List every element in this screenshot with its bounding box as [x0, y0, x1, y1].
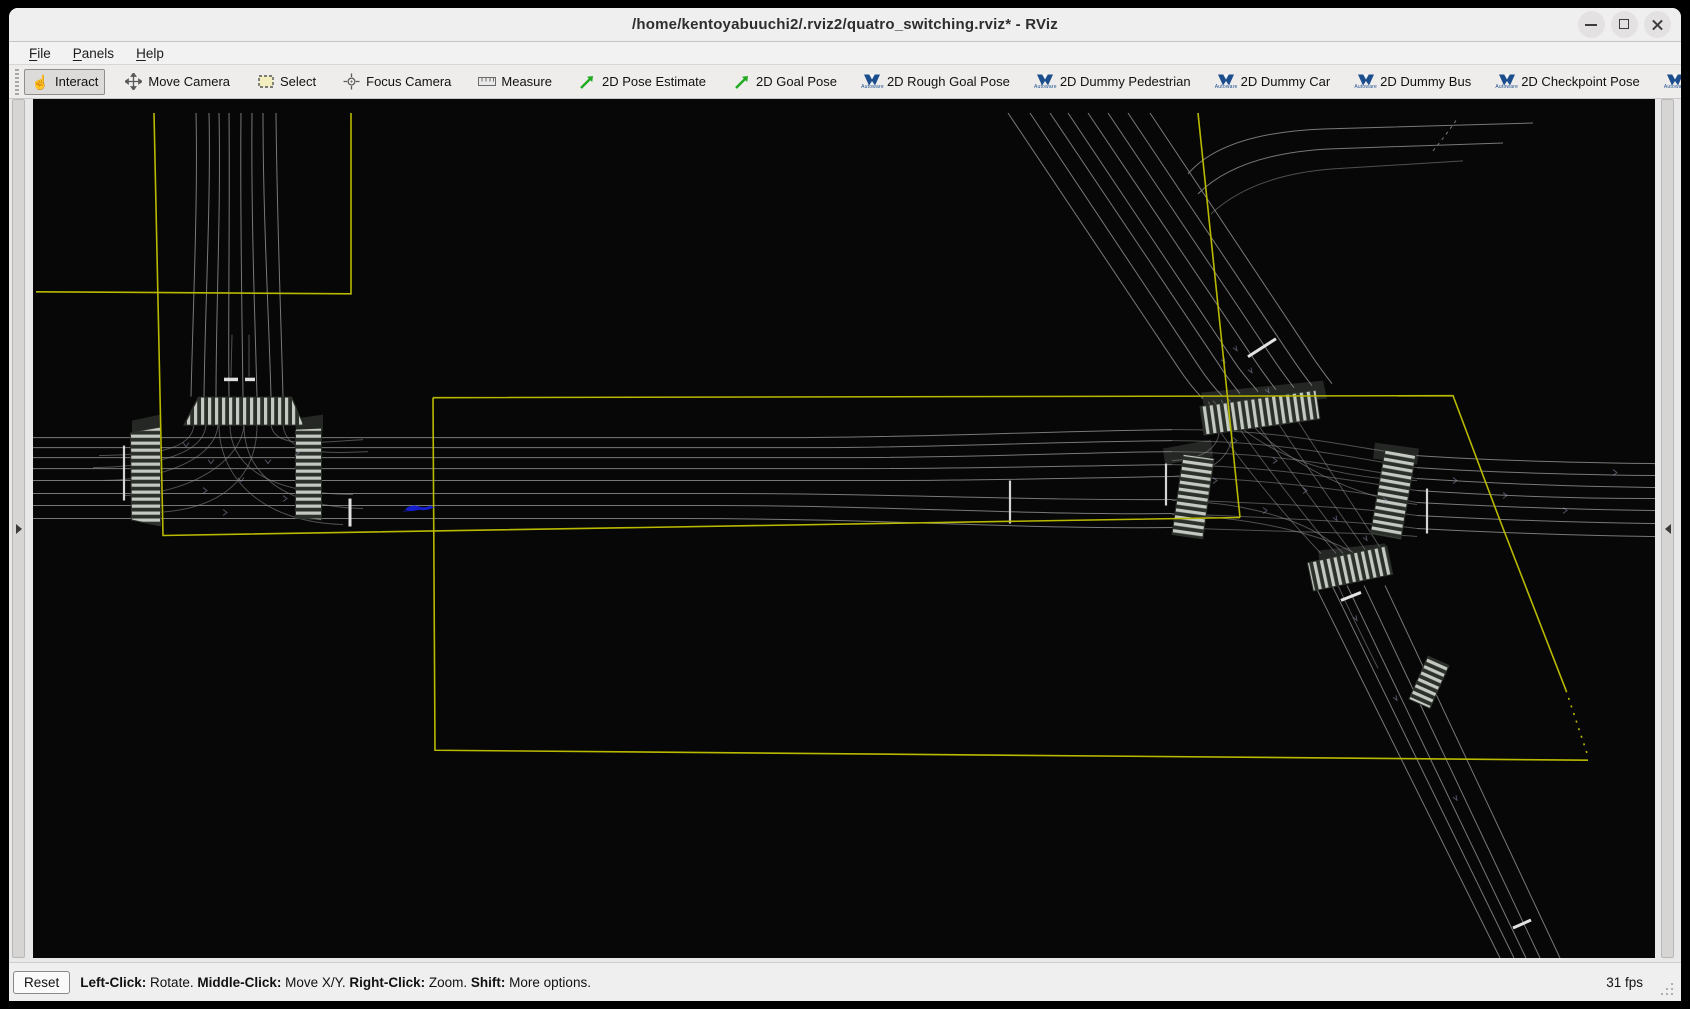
window-controls [1578, 11, 1671, 38]
hand-icon: ☝ [31, 73, 50, 91]
autoware-icon: Autoware [1356, 73, 1375, 91]
rviz-window: /home/kentoyabuuchi2/.rviz2/quatro_switc… [0, 0, 1690, 1009]
tool-bar: ☝ Interact Move Camera Select [9, 65, 1681, 99]
maximize-icon[interactable] [1611, 11, 1638, 38]
tool-2d-dummy-car[interactable]: Autoware 2D Dummy Car [1210, 69, 1338, 95]
focus-crosshair-icon [342, 73, 361, 91]
crosswalk [1408, 656, 1449, 710]
crosswalk [183, 397, 304, 426]
tool-2d-dummy-pedestrian[interactable]: Autoware 2D Dummy Pedestrian [1029, 69, 1198, 95]
render-viewport[interactable] [33, 99, 1655, 958]
green-arrow-icon [732, 73, 751, 91]
tool-2d-dummy-bus[interactable]: Autoware 2D Dummy Bus [1349, 69, 1478, 95]
lanelet-map-graphic [33, 99, 1655, 958]
expand-right-icon [16, 524, 22, 534]
expand-left-icon [1665, 524, 1671, 534]
minimize-icon[interactable] [1578, 11, 1605, 38]
tool-2d-rough-goal-pose[interactable]: Autoware 2D Rough Goal Pose [856, 69, 1017, 95]
tool-select[interactable]: Select [249, 69, 323, 95]
tool-move-camera[interactable]: Move Camera [117, 69, 237, 95]
menu-panels[interactable]: Panels [64, 45, 123, 62]
left-panel-collapse-handle[interactable] [12, 99, 25, 958]
tool-interact[interactable]: ☝ Interact [24, 69, 105, 95]
tool-measure[interactable]: Measure [470, 69, 559, 95]
render-area [9, 99, 1681, 962]
tool-2d-checkpoint-pose[interactable]: Autoware 2D Checkpoint Pose [1490, 69, 1647, 95]
move-camera-icon [124, 73, 143, 91]
green-arrow-icon [578, 73, 597, 91]
selection-box-icon [256, 73, 275, 91]
window-frame: /home/kentoyabuuchi2/.rviz2/quatro_switc… [9, 8, 1681, 1001]
autoware-icon: Autoware [1666, 73, 1681, 91]
crosswalk [295, 428, 322, 521]
autoware-icon: Autoware [1497, 73, 1516, 91]
ruler-icon [477, 73, 496, 91]
autoware-icon: Autoware [1036, 73, 1055, 91]
pose-marker [403, 506, 435, 512]
tool-delete-all-objects[interactable]: Autoware Delete All Objects [1659, 69, 1681, 95]
window-title: /home/kentoyabuuchi2/.rviz2/quatro_switc… [632, 16, 1058, 33]
resize-grip[interactable] [1659, 981, 1673, 995]
reset-button[interactable]: Reset [13, 971, 70, 994]
crosswalk [1171, 454, 1214, 540]
autoware-icon: Autoware [863, 73, 882, 91]
title-bar: /home/kentoyabuuchi2/.rviz2/quatro_switc… [9, 8, 1681, 42]
close-icon[interactable] [1644, 11, 1671, 38]
tool-2d-goal-pose[interactable]: 2D Goal Pose [725, 69, 844, 95]
crosswalk [1370, 449, 1416, 539]
toolbar-drag-handle[interactable] [15, 69, 19, 95]
menu-bar: File Panels Help [9, 42, 1681, 65]
menu-help[interactable]: Help [127, 45, 173, 62]
right-panel-collapse-handle[interactable] [1661, 99, 1674, 958]
autoware-icon: Autoware [1217, 73, 1236, 91]
tool-focus-camera[interactable]: Focus Camera [335, 69, 458, 95]
menu-file[interactable]: File [20, 45, 60, 62]
status-bar: Reset Left-Click: Rotate. Middle-Click: … [9, 962, 1681, 1001]
tool-2d-pose-estimate[interactable]: 2D Pose Estimate [571, 69, 713, 95]
crosswalk [130, 427, 161, 527]
fps-counter: 31 fps [1606, 975, 1643, 990]
mouse-hints: Left-Click: Rotate. Middle-Click: Move X… [80, 975, 591, 990]
